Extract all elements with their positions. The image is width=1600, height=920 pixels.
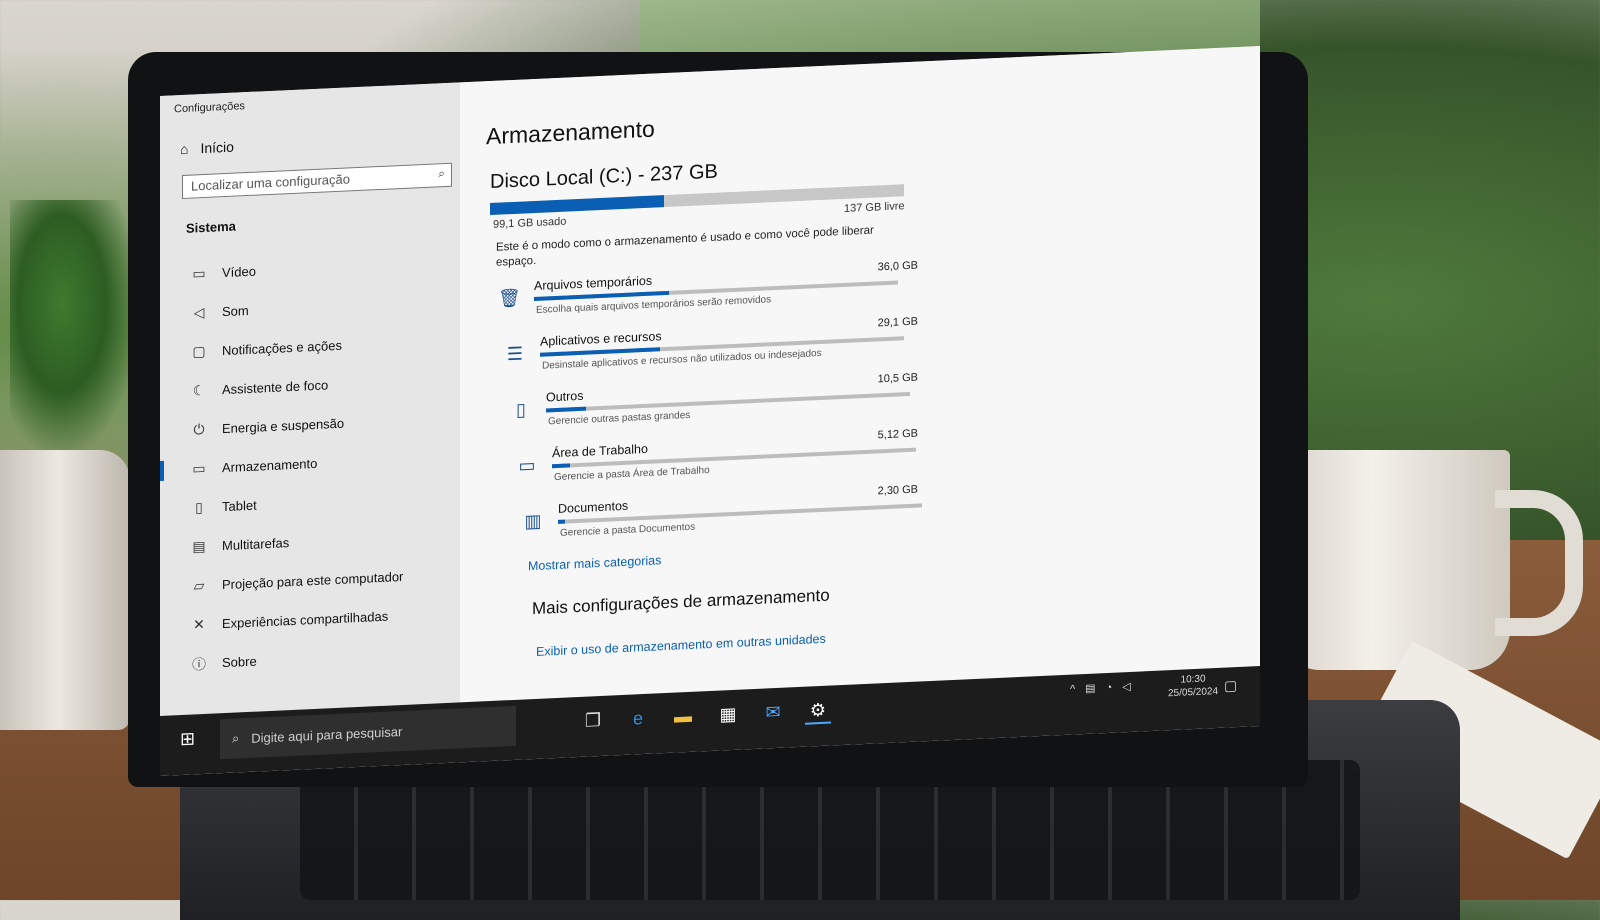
- disk-used: 99,1 GB usado: [493, 215, 567, 231]
- info-icon: ⓘ: [192, 655, 206, 673]
- home-icon: ⌂: [180, 140, 189, 158]
- sidebar-item-label: Assistente de foco: [222, 377, 329, 398]
- sidebar-item-label: Notificações e ações: [222, 337, 342, 359]
- category-bar-fill: [558, 519, 566, 524]
- monitor-icon: ▭: [192, 264, 206, 282]
- sidebar-item-label: Experiências compartilhadas: [222, 608, 389, 632]
- screen: Configurações ⌂ Início Localizar uma con…: [160, 46, 1260, 776]
- category-size: 2,30 GB: [877, 483, 918, 498]
- window-title: Configurações: [174, 100, 245, 116]
- taskbar-search-icon: ⌕: [232, 730, 240, 746]
- notification-icon: ▢: [192, 342, 206, 360]
- settings-search-input[interactable]: Localizar uma configuração ⌕: [182, 162, 452, 200]
- moon-icon: ☾: [192, 381, 206, 399]
- disk-free: 137 GB livre: [844, 200, 905, 215]
- home-label: Início: [200, 138, 234, 157]
- category-name: Arquivos temporários: [534, 273, 653, 294]
- tablet-icon: ▯: [195, 499, 203, 516]
- page-title: Armazenamento: [486, 115, 655, 150]
- search-placeholder: Localizar uma configuração: [191, 171, 350, 194]
- taskbar-search[interactable]: ⌕ Digite aqui para pesquisar: [220, 705, 516, 760]
- sidebar-item-label: Multitarefas: [222, 535, 290, 554]
- speaker-icon: ◁: [193, 303, 205, 321]
- category-name: Documentos: [558, 498, 629, 516]
- storage-icon: ▭: [192, 459, 206, 477]
- sidebar: Configurações ⌂ Início Localizar uma con…: [160, 82, 460, 717]
- tray-volume-icon[interactable]: ◁: [1122, 680, 1130, 693]
- category-size: 29,1 GB: [877, 315, 918, 330]
- projection-icon: ▱: [193, 576, 205, 594]
- category-size: 5,12 GB: [877, 427, 918, 442]
- search-icon: ⌕: [438, 166, 445, 181]
- mail-icon[interactable]: ✉: [760, 702, 786, 725]
- clock-date: 25/05/2024: [1168, 685, 1219, 700]
- sidebar-item-label: Projeção para este computador: [222, 568, 404, 593]
- settings-gear-icon[interactable]: ⚙: [805, 699, 831, 725]
- mug-handle: [1495, 490, 1583, 636]
- tray-wifi-icon[interactable]: ◔: [1106, 681, 1113, 693]
- file-explorer-icon[interactable]: ▬: [670, 706, 696, 729]
- category-description: Gerencie outras pastas grandes: [548, 409, 691, 428]
- tray-chevron-icon[interactable]: ^: [1070, 683, 1075, 695]
- sidebar-item-label: Armazenamento: [222, 455, 318, 476]
- nav-list: ▭ Vídeo ◁ Som ▢ Notificações e ações ☾ Assisten…: [190, 243, 450, 684]
- action-center-icon[interactable]: ▢: [1224, 677, 1237, 695]
- coffee-mug: [1280, 450, 1510, 670]
- nav-home[interactable]: ⌂ Início: [180, 139, 234, 157]
- documents-icon: ▥: [524, 510, 542, 532]
- category-size: 36,0 GB: [877, 259, 918, 274]
- sidebar-item-label: Vídeo: [222, 263, 256, 281]
- main-panel: Armazenamento Disco Local (C:) - 237 GB …: [460, 46, 1260, 703]
- system-tray: ^ ▤ ◔ ◁: [1070, 680, 1131, 696]
- disk-title[interactable]: Disco Local (C:) - 237 GB: [490, 161, 718, 194]
- other-drives-link[interactable]: Exibir o uso de armazenamento em outras …: [536, 632, 826, 659]
- taskbar-search-placeholder: Digite aqui para pesquisar: [251, 723, 403, 746]
- plant: [10, 200, 140, 460]
- trash-icon: 🗑: [498, 287, 521, 309]
- sidebar-item-label: Tablet: [222, 497, 257, 515]
- category-description: Gerencie a pasta Área de Trabalho: [554, 465, 710, 484]
- store-icon[interactable]: ▦: [715, 704, 741, 727]
- tray-network-icon[interactable]: ▤: [1085, 682, 1095, 695]
- category-name: Área de Trabalho: [552, 441, 648, 461]
- category-description: Gerencie a pasta Documentos: [560, 521, 696, 539]
- edge-icon[interactable]: e: [625, 708, 651, 731]
- folder-icon: ▯: [516, 399, 526, 420]
- category-name: Aplicativos e recursos: [540, 329, 662, 349]
- disk-usage-fill: [490, 195, 664, 216]
- plant-pot: [0, 450, 130, 730]
- apps-icon: ☰: [506, 343, 524, 365]
- sidebar-item-label: Som: [222, 302, 249, 320]
- more-settings-title: Mais configurações de armazenamento: [532, 585, 830, 619]
- category-bar-fill: [552, 463, 571, 469]
- category-list: 🗑 Arquivos temporários 36,0 GB Escolha quai…: [498, 259, 922, 559]
- section-label: Sistema: [186, 218, 236, 236]
- sidebar-item-label: Energia e suspensão: [222, 415, 345, 437]
- multitask-icon: ▤: [192, 537, 206, 555]
- power-icon: ⏻: [193, 420, 205, 438]
- category-bar-fill: [546, 406, 587, 413]
- desktop-icon: ▭: [518, 454, 536, 476]
- category-size: 10,5 GB: [877, 371, 918, 386]
- windows-start-icon[interactable]: ⊞: [180, 728, 202, 751]
- sidebar-item-label: Sobre: [222, 653, 257, 671]
- category-name: Outros: [546, 388, 584, 405]
- task-view-icon[interactable]: ❐: [580, 710, 606, 733]
- clock[interactable]: 10:30 25/05/2024: [1168, 672, 1218, 700]
- category-bar: [546, 391, 910, 413]
- shared-icon: ✕: [193, 615, 205, 633]
